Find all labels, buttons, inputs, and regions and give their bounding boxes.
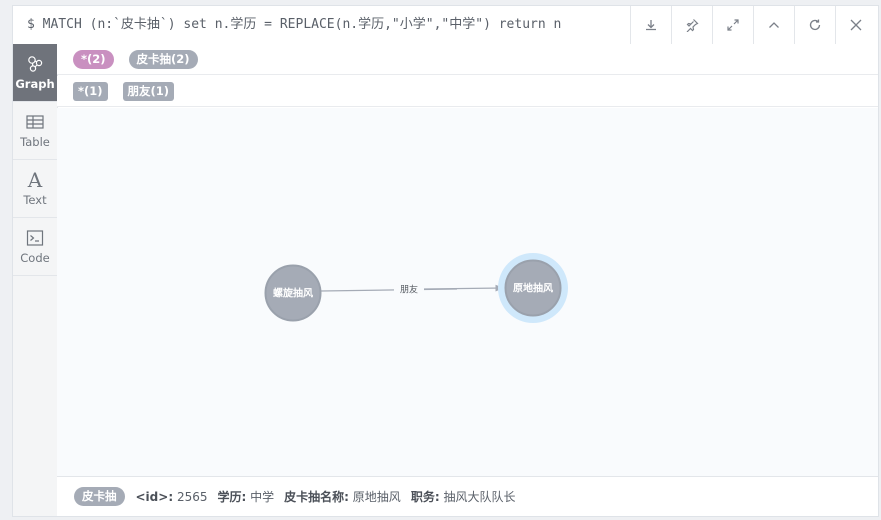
tab-text-label: Text [23,193,47,207]
tab-table[interactable]: Table [13,102,57,160]
legend-all-relationships[interactable]: *(1) [73,81,108,101]
graph-node[interactable]: 螺旋抽风 [264,264,322,322]
prop-key: <id>: [135,489,174,504]
relationship-type-legend: *(1) 朋友(1) [57,76,878,107]
graph-canvas[interactable]: 朋友 螺旋抽风 原地抽风 [57,108,878,476]
inspector-prop-id: <id>: 2565 [136,490,208,504]
expand-icon [727,19,739,31]
inspector-bar: 皮卡抽 <id>: 2565 学历: 中学 皮卡抽名称: 原地抽风 职务: 抽风… [57,476,878,516]
inspector-prop-education: 学历: 中学 [218,488,275,505]
tab-code[interactable]: Code [13,218,57,276]
prop-key: 皮卡抽名称: [284,490,349,504]
prop-value: 抽风大队队长 [443,490,516,504]
fullscreen-button[interactable] [712,6,753,44]
tab-table-label: Table [20,135,50,149]
inspector-prop-position: 职务: 抽风大队队长 [411,488,516,505]
result-frame: $ MATCH (n:`皮卡抽`) set n.学历 = REPLACE(n.学… [12,5,879,517]
tab-graph[interactable]: Graph [13,44,57,102]
pin-icon [686,19,699,32]
download-icon [646,20,656,31]
download-button[interactable] [630,6,671,44]
legend-label-pikachou[interactable]: 皮卡抽(2) [128,49,198,69]
relationship-label: 朋友 [400,284,418,296]
command-text[interactable]: $ MATCH (n:`皮卡抽`) set n.学历 = REPLACE(n.学… [27,6,561,44]
close-button[interactable] [835,6,876,44]
collapse-button[interactable] [753,6,794,44]
graph-svg: 朋友 螺旋抽风 原地抽风 [264,253,568,323]
text-icon: A [27,168,43,192]
prop-value: 2565 [176,489,208,504]
legend-rel-friend[interactable]: 朋友(1) [122,81,175,101]
close-icon [850,19,862,31]
inspector-prop-name: 皮卡抽名称: 原地抽风 [284,488,401,505]
node-label: 螺旋抽风 [273,287,313,300]
node-label: 原地抽风 [513,282,553,295]
graph-node-selected[interactable]: 原地抽风 [498,253,568,323]
prop-key: 学历: [217,490,247,504]
view-tabs: Graph Table A Text Code [13,44,58,516]
command-bar: $ MATCH (n:`皮卡抽`) set n.学历 = REPLACE(n.学… [13,6,878,45]
pin-button[interactable] [671,6,712,44]
inspector-label-pill[interactable]: 皮卡抽 [74,487,125,506]
prop-key: 职务: [410,490,440,504]
prop-value: 中学 [250,490,275,504]
tab-code-label: Code [20,251,50,265]
graph-icon [28,56,43,72]
tab-graph-label: Graph [15,77,55,91]
table-icon [26,115,44,129]
rerun-button[interactable] [794,6,835,44]
chevron-up-icon [769,22,779,28]
refresh-icon [809,19,821,31]
tab-text[interactable]: A Text [13,160,57,218]
legend-all-nodes[interactable]: *(2) [73,49,114,69]
prop-value: 原地抽风 [352,490,401,504]
relationship-arrow[interactable] [423,284,504,292]
node-label-legend: *(2) 皮卡抽(2) [57,44,878,75]
code-icon [26,230,44,246]
